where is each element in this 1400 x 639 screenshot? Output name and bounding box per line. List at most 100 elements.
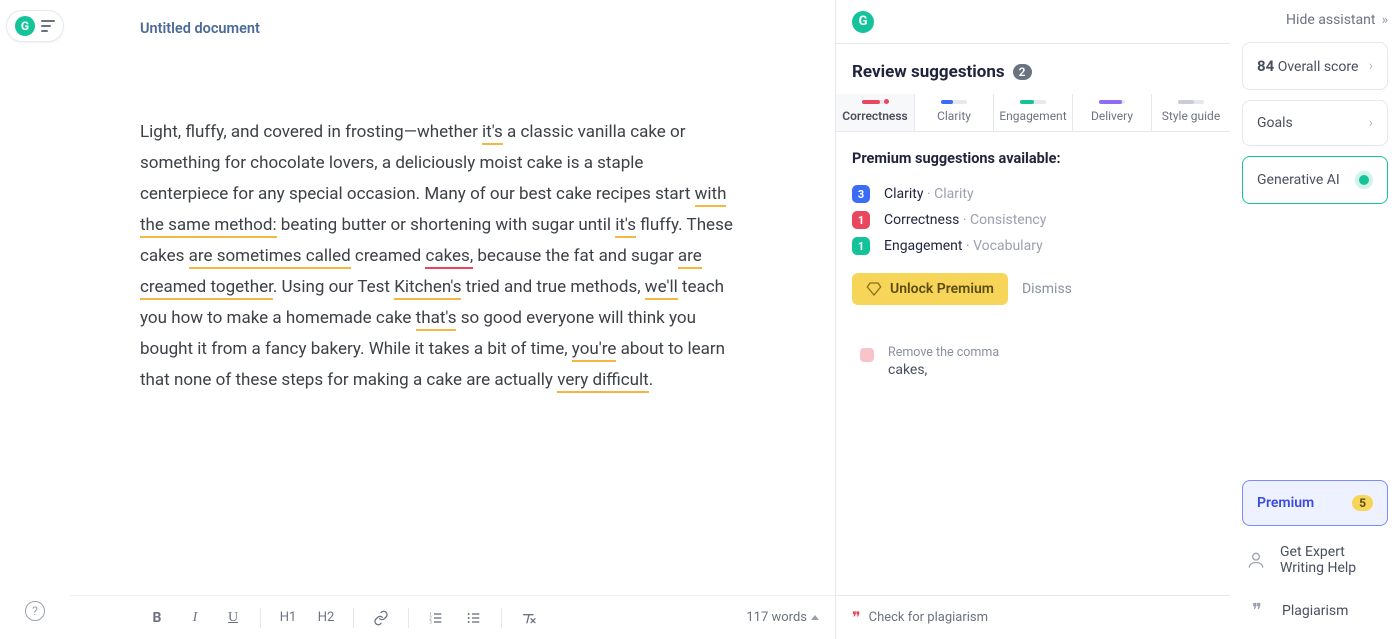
- tab-bar-icon: [1099, 100, 1125, 104]
- tab-clarity[interactable]: Clarity: [915, 94, 994, 131]
- goals-button[interactable]: Goals ›: [1242, 100, 1388, 146]
- help-icon[interactable]: ?: [25, 601, 45, 621]
- premium-item[interactable]: 3 Clarity · Clarity: [852, 181, 1214, 207]
- clear-format-icon: [521, 610, 537, 626]
- hide-assistant-button[interactable]: Hide assistant »: [1286, 12, 1388, 28]
- doc-title[interactable]: Untitled document: [70, 0, 835, 47]
- panel-title: Review suggestions: [852, 62, 1005, 82]
- menu-lines-icon: [41, 20, 55, 32]
- premium-card-button[interactable]: Premium 5: [1242, 480, 1388, 526]
- text-span: very difficult: [557, 370, 649, 393]
- tab-delivery[interactable]: Delivery: [1073, 94, 1152, 131]
- suggestions-panel: G Review suggestions 2 Correctness Clarit…: [835, 0, 1230, 639]
- premium-block: Premium suggestions available: 3 Clarity …: [836, 132, 1230, 313]
- tab-correctness[interactable]: Correctness: [836, 94, 915, 131]
- expert-help-button[interactable]: Get Expert Writing Help: [1242, 538, 1388, 582]
- tab-bar-icon: [862, 100, 888, 104]
- tab-label: Delivery: [1091, 109, 1133, 123]
- text-span: that's: [416, 308, 457, 331]
- text-span: it's: [482, 122, 503, 145]
- left-rail: G ?: [0, 0, 70, 639]
- text-span: because the fat and sugar: [473, 246, 678, 266]
- bold-button[interactable]: B: [140, 603, 174, 633]
- link-icon: [373, 610, 389, 626]
- text-span: Light, fluffy, and covered in frosting—w…: [140, 122, 482, 142]
- dismiss-button[interactable]: Dismiss: [1022, 281, 1072, 297]
- panel-top-bar: G: [836, 0, 1230, 44]
- badge-icon: 3: [852, 185, 870, 203]
- hide-assistant-label: Hide assistant: [1286, 12, 1375, 28]
- editor-column: Untitled document Light, fluffy, and cov…: [70, 0, 835, 639]
- chevrons-right-icon: »: [1381, 12, 1388, 28]
- overall-score-button[interactable]: 84 Overall score ›: [1242, 42, 1388, 90]
- plagiarism-button[interactable]: ❞ Plagiarism: [1242, 594, 1388, 627]
- premium-item[interactable]: 1Correctness · Consistency: [852, 207, 1214, 233]
- grammarly-logo-icon: G: [852, 11, 874, 33]
- toolbar-separator: [501, 608, 502, 628]
- toolbar-separator: [260, 608, 261, 628]
- unlock-premium-label: Unlock Premium: [890, 281, 994, 297]
- underline-button[interactable]: U: [216, 603, 250, 633]
- tab-label: Engagement: [999, 109, 1066, 123]
- tab-label: Correctness: [842, 109, 907, 123]
- tab-styleguide[interactable]: Style guide: [1152, 94, 1230, 131]
- generative-ai-label: Generative AI: [1257, 172, 1340, 188]
- ai-dot-icon: [1355, 171, 1373, 189]
- link-button[interactable]: [364, 603, 398, 633]
- diamond-icon: [866, 281, 882, 297]
- text-span: it's: [615, 215, 636, 238]
- quotes-icon: ❞: [852, 608, 861, 627]
- text-span: we'll: [645, 277, 678, 300]
- bullet-list-icon: [466, 610, 482, 626]
- premium-item-text: Engagement · Vocabulary: [884, 238, 1043, 254]
- plagiarism-check-button[interactable]: ❞ Check for plagiarism: [836, 595, 1230, 639]
- h1-button[interactable]: H1: [271, 603, 305, 633]
- app-menu-button[interactable]: G: [6, 10, 64, 42]
- panel-header: Review suggestions 2: [836, 44, 1230, 94]
- doc-body[interactable]: Light, fluffy, and covered in frosting—w…: [70, 47, 835, 595]
- numbered-list-button[interactable]: 123: [419, 603, 453, 633]
- plagiarism-label: Check for plagiarism: [869, 610, 988, 625]
- text-span: cakes,: [425, 246, 473, 269]
- suggestion-count-pill: 2: [1013, 64, 1032, 80]
- bullet-list-button[interactable]: [457, 603, 491, 633]
- h2-button[interactable]: H2: [309, 603, 343, 633]
- chevron-right-icon: ›: [1369, 58, 1373, 74]
- unlock-premium-button[interactable]: Unlock Premium: [852, 273, 1008, 305]
- category-tabs: Correctness Clarity Engagement Delivery Styl…: [836, 94, 1230, 132]
- word-count-button[interactable]: 117 words: [746, 610, 819, 625]
- tab-bar-icon: [941, 100, 967, 104]
- text-span: Kitchen's: [394, 277, 461, 300]
- italic-button[interactable]: I: [178, 603, 212, 633]
- score-value: 84: [1257, 57, 1274, 75]
- premium-item[interactable]: 1Engagement · Vocabulary: [852, 233, 1214, 259]
- tab-label: Style guide: [1162, 109, 1220, 123]
- suggestion-snippet: cakes,: [888, 362, 999, 378]
- suggestion-dot-icon: [860, 348, 874, 362]
- clear-format-button[interactable]: [512, 603, 546, 633]
- text-span: beating butter or shortening with sugar …: [277, 215, 616, 235]
- caret-up-icon: [811, 615, 819, 620]
- premium-label: Premium: [1257, 495, 1314, 511]
- suggestion-card[interactable]: Remove the comma cakes,: [848, 333, 1218, 390]
- premium-title: Premium suggestions available:: [852, 150, 1214, 167]
- goals-label: Goals: [1257, 115, 1293, 131]
- right-rail: Hide assistant » 84 Overall score › Goal…: [1230, 0, 1400, 639]
- grammarly-logo-icon: G: [15, 16, 35, 36]
- text-span: . Using our Test: [273, 277, 394, 297]
- chevron-right-icon: ›: [1369, 115, 1373, 131]
- tab-engagement[interactable]: Engagement: [994, 94, 1073, 131]
- text-span: are sometimes called: [189, 246, 351, 269]
- tab-label: Clarity: [937, 109, 971, 123]
- numbered-list-icon: 123: [428, 610, 444, 626]
- score-label: Overall score: [1278, 59, 1359, 75]
- quotes-icon: ❞: [1246, 600, 1268, 621]
- generative-ai-button[interactable]: Generative AI: [1242, 156, 1388, 204]
- badge-icon: 1: [852, 211, 870, 229]
- word-count-label: 117 words: [746, 610, 807, 625]
- text-span: creamed: [351, 246, 426, 266]
- premium-item-text: Clarity · Clarity: [884, 186, 974, 202]
- text-span: tried and true methods,: [461, 277, 644, 297]
- editor-toolbar: B I U H1 H2 123 117 words: [70, 595, 835, 639]
- toolbar-separator: [353, 608, 354, 628]
